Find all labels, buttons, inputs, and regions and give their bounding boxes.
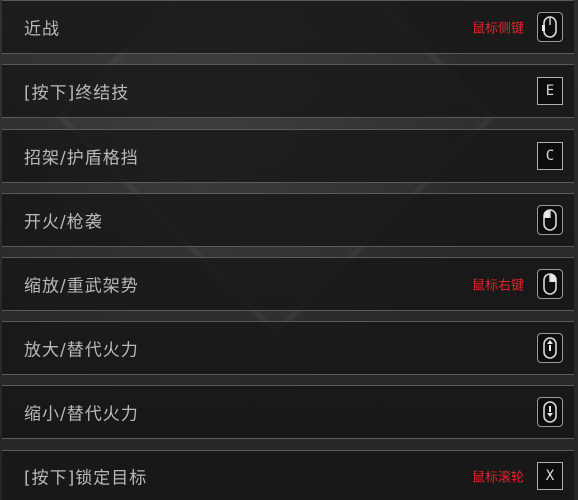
binding-label: 近战: [24, 19, 60, 40]
mouse-scroll-down-icon[interactable]: [537, 397, 563, 427]
binding-row-zoom-out[interactable]: 缩小/替代火力: [2, 385, 574, 439]
binding-label: [按下]锁定目标: [24, 468, 148, 488]
binding-label: 缩小/替代火力: [24, 404, 139, 425]
mouse-left-button-icon[interactable]: [537, 205, 563, 235]
binding-label: 开火/枪袭: [24, 212, 103, 233]
binding-label: 缩放/重武架势: [24, 276, 139, 297]
mouse-scroll-up-icon[interactable]: [537, 333, 563, 363]
binding-row-lock-target[interactable]: [按下]锁定目标 鼠标滚轮 X: [2, 450, 574, 500]
binding-label: 放大/替代火力: [24, 340, 139, 361]
mouse-side-button-icon[interactable]: [537, 12, 563, 42]
binding-label: 招架/护盾格挡: [24, 148, 139, 169]
binding-row-parry[interactable]: 招架/护盾格挡 C: [2, 129, 574, 183]
binding-row-fire[interactable]: 开火/枪袭: [2, 193, 574, 247]
binding-row-zoom-in[interactable]: 放大/替代火力: [2, 321, 574, 375]
binding-hint: 鼠标右键: [471, 278, 524, 294]
binding-hint: 鼠标侧键: [471, 21, 524, 37]
binding-label: [按下]终结技: [24, 83, 130, 104]
binding-row-melee[interactable]: 近战 鼠标侧键: [2, 0, 574, 54]
binding-row-finisher[interactable]: [按下]终结技 E: [2, 64, 574, 118]
binding-row-zoom[interactable]: 缩放/重武架势 鼠标右键: [2, 257, 574, 311]
key-e-button[interactable]: E: [537, 77, 563, 105]
key-c-button[interactable]: C: [537, 142, 563, 170]
binding-hint: 鼠标滚轮: [471, 470, 524, 485]
key-x-button[interactable]: X: [537, 461, 563, 490]
mouse-right-button-icon[interactable]: [537, 269, 563, 299]
